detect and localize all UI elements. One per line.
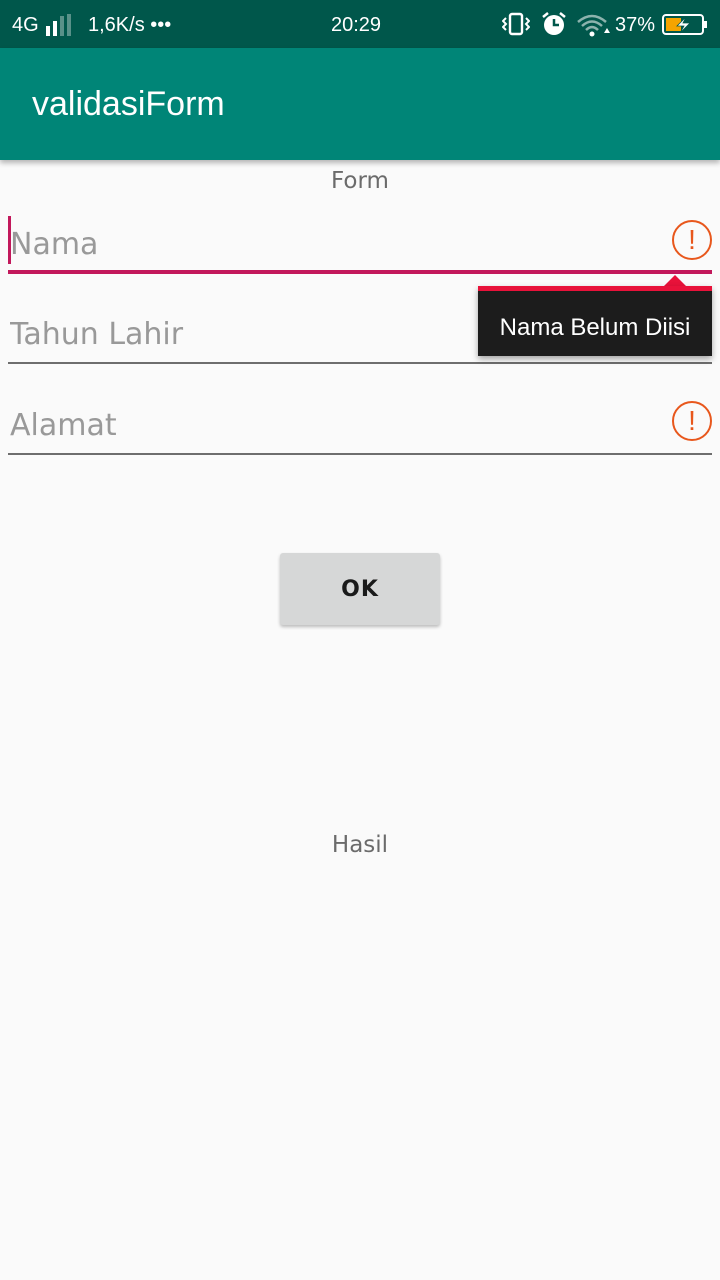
app-bar: validasiForm [0,48,720,160]
battery-percent: 37% [615,14,656,36]
alamat-field[interactable]: ! [8,395,712,455]
network-type: 4G [12,14,39,36]
network-speed: 1,6K/s ••• [88,14,172,36]
app-title: validasiForm [32,85,225,123]
field-underline [8,453,712,455]
wifi-icon [577,14,610,37]
ok-button[interactable]: OK [280,553,440,625]
app-screen: 4G 1,6K/s ••• 20:29 37% validasiForm For… [0,0,720,1280]
alarm-icon [542,12,566,35]
form-heading: Form [331,168,389,194]
error-popup-text: Nama Belum Diisi [499,314,691,341]
text-cursor [8,216,11,264]
status-bar: 4G 1,6K/s ••• 20:29 37% [0,0,720,48]
nama-input[interactable] [8,214,712,274]
signal-icon [46,14,74,36]
error-popup-arrow [664,275,686,286]
alamat-input[interactable] [8,395,712,455]
error-popup: Nama Belum Diisi [478,286,712,356]
error-icon[interactable]: ! [672,401,712,441]
field-underline [8,270,712,274]
battery-charging-icon [662,14,707,35]
error-icon[interactable]: ! [672,220,712,260]
clock: 20:29 [331,14,382,36]
result-label: Hasil [331,832,389,858]
nama-field[interactable]: ! [8,214,712,274]
vibrate-icon [502,12,530,36]
field-underline [8,362,712,364]
